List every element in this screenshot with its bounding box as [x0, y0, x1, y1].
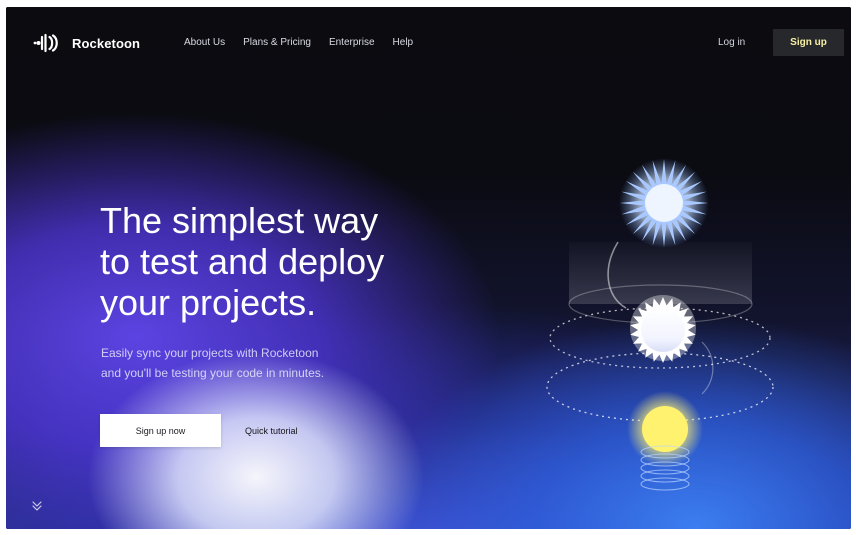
nav-link-about-us[interactable]: About Us [184, 37, 225, 48]
hero-title-line-2: to test and deploy [100, 241, 385, 282]
quick-tutorial-link[interactable]: Quick tutorial [245, 426, 298, 436]
login-link[interactable]: Log in [718, 37, 745, 48]
top-nav: Rocketoon About Us Plans & Pricing Enter… [6, 7, 851, 79]
signup-button[interactable]: Sign up [773, 29, 844, 56]
spiky-star-icon [619, 158, 709, 248]
main-navigation: About Us Plans & Pricing Enterprise Help [184, 37, 413, 48]
brand-name: Rocketoon [72, 35, 141, 51]
yellow-sun-icon [627, 391, 703, 467]
nav-link-help[interactable]: Help [393, 37, 414, 48]
brand-logo[interactable]: Rocketoon [32, 33, 140, 53]
rocket-waves-logo-icon [33, 33, 58, 53]
double-chevron-down-icon[interactable] [30, 498, 44, 514]
nav-link-plans-pricing[interactable]: Plans & Pricing [243, 37, 311, 48]
rocket-launch-illustration [546, 158, 774, 491]
landing-page: Rocketoon About Us Plans & Pricing Enter… [6, 7, 851, 529]
hero-title-line-3: your projects. [100, 282, 317, 323]
nav-link-enterprise[interactable]: Enterprise [329, 37, 375, 48]
hero-subtitle-line-1: Easily sync your projects with Rocketoon [101, 346, 319, 360]
orbit-arc-secondary [701, 341, 714, 395]
sign-up-now-button[interactable]: Sign up now [100, 414, 221, 447]
white-sunburst-icon [630, 295, 696, 363]
hero-subtitle: Easily sync your projects with Rocketoon… [101, 343, 411, 383]
hero-title-line-1: The simplest way [100, 200, 379, 241]
hero-subtitle-line-2: and you'll be testing your code in minut… [101, 366, 325, 380]
hero-title: The simplest way to test and deploy your… [100, 200, 490, 323]
